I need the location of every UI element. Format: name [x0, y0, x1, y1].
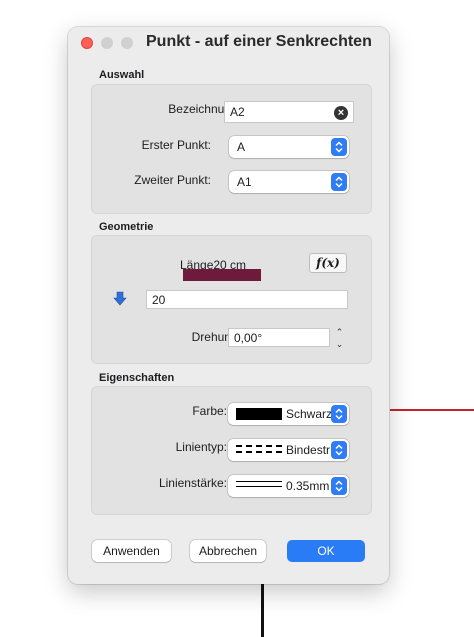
- zoom-window-button[interactable]: [121, 37, 133, 49]
- color-swatch: [236, 408, 282, 420]
- dashed-line-swatch: [236, 445, 282, 453]
- chevron-down-icon[interactable]: ⌄: [336, 339, 344, 349]
- auswahl-group: Bezeichnung: A2 × Erster Punkt: A Zweite…: [91, 84, 372, 214]
- bezeichnung-value: A2: [230, 105, 245, 119]
- linienstaerke-label: Linienstärke:: [158, 476, 227, 490]
- zweiter-punkt-label: Zweiter Punkt:: [134, 173, 211, 187]
- background-black-line: [261, 584, 264, 637]
- farbe-value: Schwarz: [286, 407, 333, 421]
- linientyp-popup[interactable]: Bindestr: [228, 439, 349, 461]
- erster-punkt-popup[interactable]: A: [229, 136, 349, 158]
- drehung-value: 0,00°: [234, 330, 263, 345]
- updown-chevron-icon: [331, 173, 347, 191]
- linientyp-value: Bindestr: [286, 443, 331, 457]
- dialog-title: Punkt - auf einer Senkrechten: [146, 33, 372, 50]
- bezeichnung-field[interactable]: A2 ×: [224, 101, 354, 123]
- redaction-bar: [183, 269, 261, 281]
- minimize-window-button[interactable]: [101, 37, 113, 49]
- linienstaerke-popup[interactable]: 0.35mm: [228, 475, 349, 497]
- farbe-popup[interactable]: Schwarz: [228, 403, 349, 425]
- anwenden-button[interactable]: Anwenden: [92, 540, 171, 562]
- close-window-button[interactable]: [81, 37, 93, 49]
- ok-button[interactable]: OK: [287, 540, 365, 562]
- laenge-input-value: 20: [152, 292, 166, 307]
- erster-punkt-value: A: [237, 140, 246, 154]
- drehung-field[interactable]: 0,00°: [228, 328, 330, 347]
- clear-icon[interactable]: ×: [334, 106, 348, 120]
- farbe-label: Farbe:: [192, 404, 227, 418]
- eigenschaften-group: Farbe: Schwarz Linientyp: Bindestr Linie…: [91, 386, 372, 515]
- updown-chevron-icon: [331, 441, 347, 459]
- title-bar: Punkt - auf einer Senkrechten: [68, 27, 389, 59]
- drehung-stepper[interactable]: ⌃ ⌄: [332, 327, 347, 349]
- zweiter-punkt-popup[interactable]: A1: [229, 171, 349, 193]
- erster-punkt-label: Erster Punkt:: [141, 138, 211, 152]
- background-red-line: [390, 409, 474, 411]
- abbrechen-button[interactable]: Abbrechen: [190, 540, 266, 562]
- dialog-window: Punkt - auf einer Senkrechten Auswahl Be…: [68, 27, 389, 584]
- section-title-eigenschaften: Eigenschaften: [99, 372, 175, 384]
- chevron-up-icon[interactable]: ⌃: [336, 327, 344, 337]
- updown-chevron-icon: [331, 138, 347, 156]
- laenge-input[interactable]: 20: [146, 290, 348, 309]
- zweiter-punkt-value: A1: [237, 175, 252, 189]
- arrow-down-icon[interactable]: [113, 291, 127, 307]
- line-weight-swatch: [236, 481, 282, 487]
- linienstaerke-value: 0.35mm: [286, 479, 330, 493]
- section-title-geometrie: Geometrie: [99, 221, 154, 233]
- section-title-auswahl: Auswahl: [99, 69, 145, 81]
- updown-chevron-icon: [331, 405, 347, 423]
- function-icon: f(x): [316, 256, 340, 270]
- linientyp-label: Linientyp:: [175, 440, 227, 454]
- updown-chevron-icon: [331, 477, 347, 495]
- formula-button[interactable]: f(x): [309, 253, 347, 273]
